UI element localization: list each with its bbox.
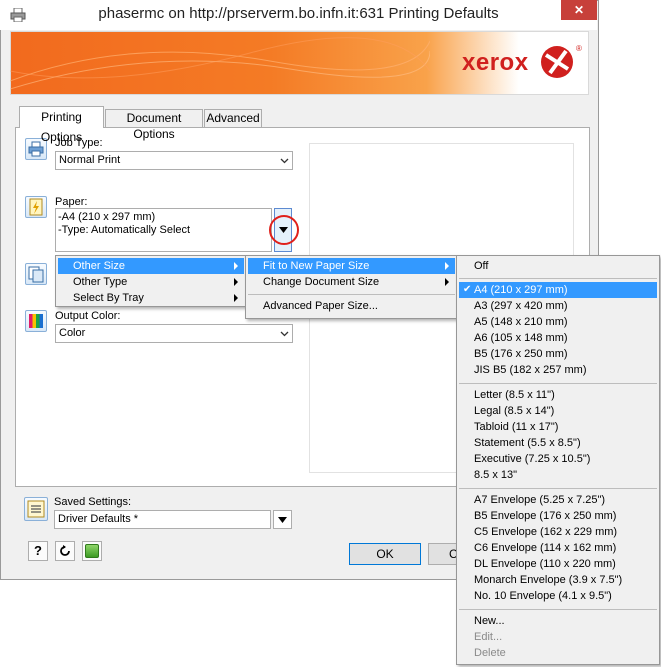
paper-summary-box[interactable]: -A4 (210 x 297 mm) -Type: Automatically … [55, 208, 272, 252]
menu-item-executive[interactable]: Executive (7.25 x 10.5") [459, 451, 657, 467]
menu-item-a6[interactable]: A6 (105 x 148 mm) [459, 330, 657, 346]
restore-defaults-button[interactable] [55, 541, 75, 561]
menu-item-advanced-paper-size[interactable]: Advanced Paper Size... [248, 298, 455, 314]
pages-stack-icon [28, 266, 44, 283]
submenu-arrow-icon [234, 262, 238, 270]
registered-mark: ® [576, 44, 582, 53]
paper-size-line: -A4 (210 x 297 mm) [58, 211, 156, 223]
output-color-value: Color [59, 327, 86, 339]
menu-item-legal[interactable]: Legal (8.5 x 14") [459, 403, 657, 419]
paper-lightning-icon [29, 198, 43, 216]
menu-item-c5-envelope[interactable]: C5 Envelope (162 x 229 mm) [459, 524, 657, 540]
menu-separator [459, 609, 657, 610]
saved-settings-dropdown[interactable] [273, 510, 292, 529]
menu-item-monarch-envelope[interactable]: Monarch Envelope (3.9 x 7.5") [459, 572, 657, 588]
paper-type-line: -Type: Automatically Select [58, 224, 191, 236]
saved-settings-input[interactable]: Driver Defaults * [54, 510, 271, 529]
menu-item-a4[interactable]: ✔ A4 (210 x 297 mm) [459, 282, 657, 298]
paper-context-menu: Other Size Other Type Select By Tray [55, 255, 247, 307]
paper-icon [25, 196, 47, 218]
menu-item-select-by-tray[interactable]: Select By Tray [58, 290, 244, 306]
menu-separator [459, 383, 657, 384]
menu-item-off[interactable]: Off [459, 258, 657, 274]
triangle-down-icon [278, 517, 287, 523]
saved-settings-icon [24, 497, 48, 521]
menu-item-label: Fit to New Paper Size [263, 260, 370, 272]
ok-button[interactable]: OK [349, 543, 421, 565]
menu-separator [248, 294, 455, 295]
submenu-arrow-icon [445, 262, 449, 270]
saved-settings-value: Driver Defaults * [58, 513, 139, 525]
submenu-arrow-icon [445, 278, 449, 286]
output-color-label: Output Color: [55, 310, 121, 322]
green-status-icon [85, 544, 99, 558]
menu-item-label: Change Document Size [263, 276, 380, 288]
menu-item-change-document-size[interactable]: Change Document Size [248, 274, 455, 290]
job-type-select[interactable]: Normal Print [55, 151, 293, 170]
xerox-wordmark: xerox [462, 49, 529, 76]
menu-item-delete: Delete [474, 647, 506, 659]
job-type-value: Normal Print [59, 154, 121, 166]
check-icon: ✔ [463, 284, 472, 295]
submenu-arrow-icon [234, 294, 238, 302]
menu-item-label: Select By Tray [73, 292, 144, 304]
other-size-submenu: Fit to New Paper Size Change Document Si… [245, 255, 458, 319]
fit-to-paper-size-submenu: Off ✔ A4 (210 x 297 mm) A3 (297 x 420 mm)… [456, 255, 660, 665]
status-button[interactable] [82, 541, 102, 561]
highlight-circle [269, 215, 299, 245]
menu-separator [459, 488, 657, 489]
menu-item-tabloid[interactable]: Tabloid (11 x 17") [459, 419, 657, 435]
submenu-arrow-icon [234, 278, 238, 286]
help-button[interactable]: ? [28, 541, 48, 561]
color-palette-icon [29, 314, 43, 328]
tab-document-options[interactable]: Document Options [105, 109, 203, 141]
close-button[interactable]: ✕ [561, 0, 597, 20]
menu-item-label: Other Size [73, 260, 125, 272]
menu-item-other-size[interactable]: Other Size [58, 258, 244, 274]
tab-printing-options[interactable]: Printing Options [19, 106, 104, 144]
menu-item-statement[interactable]: Statement (5.5 x 8.5") [459, 435, 657, 451]
menu-item-fit-to-new-paper-size[interactable]: Fit to New Paper Size [248, 258, 455, 274]
paper-label: Paper: [55, 196, 88, 208]
banner-decoration [10, 37, 430, 90]
menu-item-c6-envelope[interactable]: C6 Envelope (114 x 162 mm) [459, 540, 657, 556]
menu-item-b5[interactable]: B5 (176 x 250 mm) [459, 346, 657, 362]
output-color-select[interactable]: Color [55, 324, 293, 343]
menu-item-a5[interactable]: A5 (148 x 210 mm) [459, 314, 657, 330]
tab-advanced[interactable]: Advanced [204, 109, 262, 127]
menu-item-label: A4 (210 x 297 mm) [474, 284, 568, 296]
menu-separator [459, 278, 657, 279]
list-icon [27, 500, 45, 518]
menu-item-edit: Edit... [474, 631, 503, 643]
menu-item-new[interactable]: New... [459, 613, 657, 629]
chevron-down-icon [280, 158, 289, 164]
menu-item-b5-envelope[interactable]: B5 Envelope (176 x 250 mm) [459, 508, 657, 524]
menu-item-no10-envelope[interactable]: No. 10 Envelope (4.1 x 9.5") [459, 588, 657, 604]
menu-item-a3[interactable]: A3 (297 x 420 mm) [459, 298, 657, 314]
menu-item-a7-envelope[interactable]: A7 Envelope (5.25 x 7.25") [459, 492, 657, 508]
menu-item-label: Other Type [73, 276, 128, 288]
saved-settings-label: Saved Settings: [54, 496, 132, 508]
window-title: phasermc on http://prserverm.bo.infn.it:… [98, 5, 499, 22]
menu-item-dl-envelope[interactable]: DL Envelope (110 x 220 mm) [459, 556, 657, 572]
menu-item-other-type[interactable]: Other Type [58, 274, 244, 290]
menu-item-letter[interactable]: Letter (8.5 x 11") [459, 387, 657, 403]
menu-item-8-5x13[interactable]: 8.5 x 13" [459, 467, 657, 483]
menu-item-jis-b5[interactable]: JIS B5 (182 x 257 mm) [459, 362, 657, 378]
refresh-icon [60, 545, 70, 556]
copies-icon [25, 263, 47, 285]
output-color-icon [25, 310, 47, 332]
xerox-logo-icon [541, 46, 573, 78]
chevron-down-icon [280, 331, 289, 337]
